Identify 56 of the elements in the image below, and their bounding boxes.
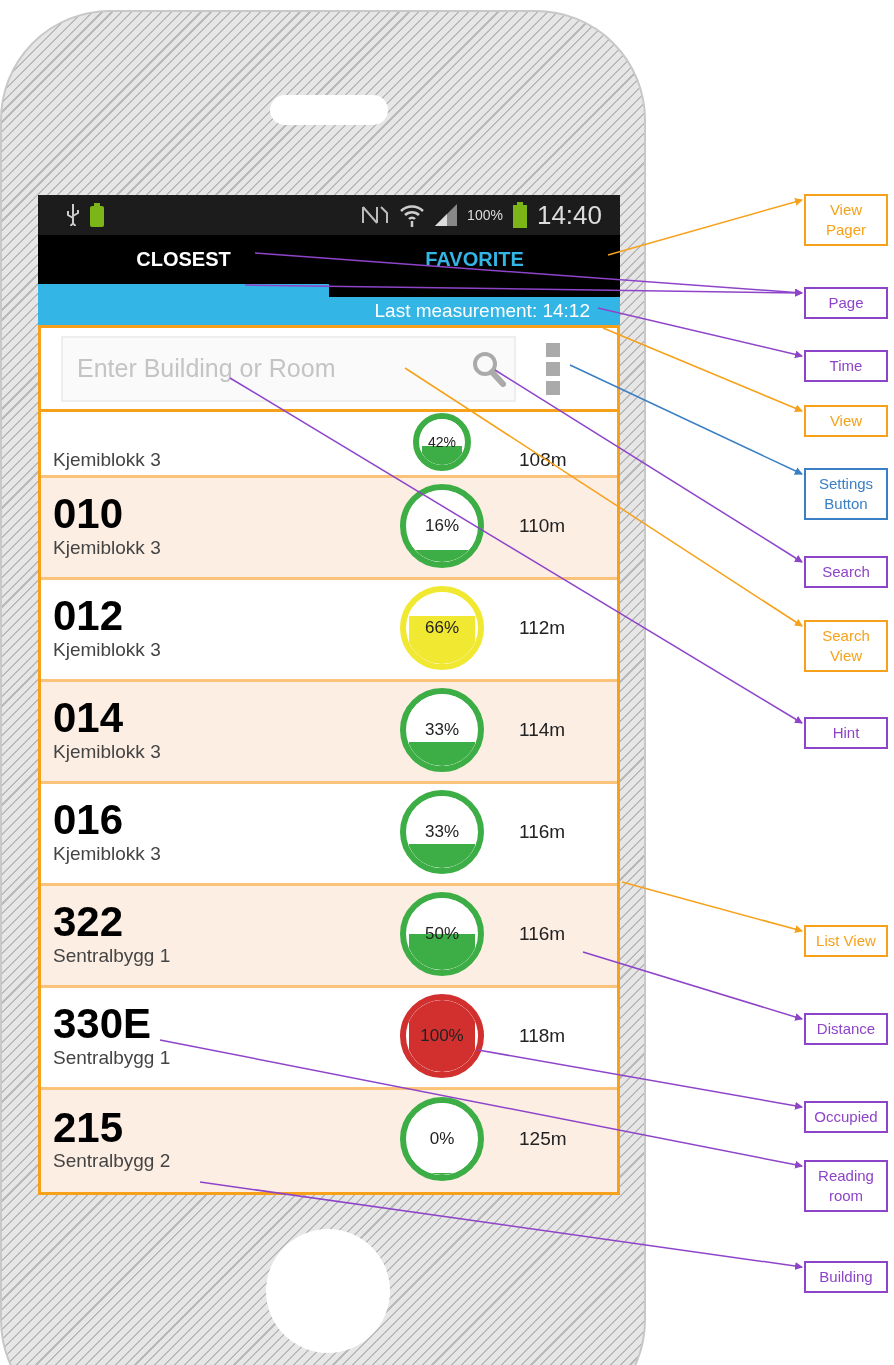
distance-text: 116m	[519, 922, 566, 945]
search-icon[interactable]	[472, 350, 506, 387]
building-name: Kjemiblokk 3	[53, 740, 162, 763]
clock-time: 14:40	[536, 199, 602, 231]
annotation-label: List View	[804, 925, 888, 957]
reading-room-number: 014	[53, 696, 125, 741]
signal-icon	[435, 204, 458, 226]
distance-text: 112m	[519, 616, 566, 639]
building-name: Kjemiblokk 3	[53, 536, 162, 559]
annotation-label: Reading room	[804, 1160, 888, 1212]
distance-text: 118m	[519, 1024, 566, 1047]
annotation-label: Building	[804, 1261, 888, 1293]
reading-room-number: 215	[53, 1105, 125, 1151]
annotation-label: View Pager	[804, 194, 888, 246]
building-name: Sentralbygg 1	[53, 944, 172, 967]
reading-room-number: 330E	[53, 1002, 153, 1047]
reading-room-number: 322	[53, 900, 125, 945]
occupancy-percent: 0%	[428, 1129, 456, 1149]
occupancy-percent: 66%	[424, 617, 460, 638]
wifi-icon	[399, 203, 426, 227]
room-row[interactable]: 014 Kjemiblokk 3 33% 114m	[41, 682, 617, 784]
distance-text: 116m	[519, 820, 566, 843]
battery-icon	[90, 203, 104, 227]
occupancy-percent: 33%	[424, 719, 460, 740]
annotation-label: Distance	[804, 1013, 888, 1045]
annotation-label: Occupied	[804, 1101, 888, 1133]
distance-text: 114m	[519, 718, 566, 741]
occupancy-percent: 33%	[424, 821, 460, 842]
room-row[interactable]: 215 Sentralbygg 2 0% 125m	[41, 1090, 617, 1192]
occupancy-percent: 16%	[424, 515, 460, 536]
occupancy-percent: 42%	[427, 434, 457, 450]
building-name: Sentralbygg 1	[53, 1046, 172, 1069]
distance-text: 110m	[519, 514, 566, 537]
usb-icon	[66, 204, 80, 226]
building-name: Kjemiblokk 3	[53, 638, 162, 661]
annotation-label: Hint	[804, 717, 888, 749]
distance-text: 125m	[519, 1128, 567, 1150]
reading-room-number: 016	[53, 798, 125, 843]
building-name: Sentralbygg 2	[53, 1150, 172, 1173]
reading-room-number: 010	[53, 492, 125, 537]
battery-icon	[512, 202, 527, 228]
annotation-label: Page	[804, 287, 888, 319]
last-measurement-time: Last measurement: 14:12	[374, 300, 590, 322]
annotation-label: Time	[804, 350, 888, 382]
room-row[interactable]: 010 Kjemiblokk 3 16% 110m	[41, 478, 617, 580]
menu-icon[interactable]	[546, 342, 560, 395]
occupancy-percent: 100%	[419, 1025, 465, 1046]
battery-percent: 100%	[467, 207, 503, 223]
annotation-label: Settings Button	[804, 468, 888, 520]
building-name: Kjemiblokk 3	[53, 449, 162, 471]
building-name: Kjemiblokk 3	[53, 842, 162, 865]
nfc-icon	[361, 205, 390, 225]
annotation-label: View	[804, 405, 888, 437]
annotation-label: Search View	[804, 620, 888, 672]
reading-room-number: 012	[53, 594, 125, 639]
annotation-label: Search	[804, 556, 888, 588]
